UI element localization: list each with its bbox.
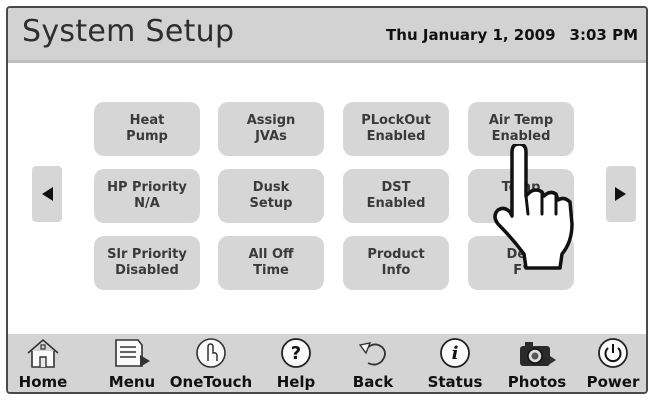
datetime-display: Thu January 1, 2009 3:03 PM	[386, 26, 638, 44]
power-icon	[598, 338, 628, 368]
left-arrow-icon	[42, 187, 53, 201]
camera-icon	[520, 342, 556, 366]
pointing-hand-icon	[493, 144, 574, 270]
power-button[interactable]: Power	[584, 336, 642, 392]
status-label: Status	[427, 373, 483, 391]
next-page-button[interactable]	[606, 166, 636, 222]
menu-button[interactable]: Menu	[102, 336, 162, 392]
help-icon: ?	[281, 338, 311, 368]
dst-button[interactable]: DST Enabled	[343, 169, 449, 223]
back-button[interactable]: Back	[348, 336, 398, 392]
home-icon	[27, 338, 59, 368]
assign-jvas-button[interactable]: Assign JVAs	[218, 102, 324, 156]
dusk-setup-button[interactable]: Dusk Setup	[218, 169, 324, 223]
power-label: Power	[586, 373, 640, 391]
heat-pump-button[interactable]: Heat Pump	[94, 102, 200, 156]
svg-text:i: i	[452, 343, 459, 364]
help-label: Help	[276, 373, 316, 391]
svg-text:?: ?	[291, 343, 301, 364]
right-arrow-icon	[615, 187, 626, 201]
photos-button[interactable]: Photos	[502, 336, 572, 392]
page-title: System Setup	[22, 14, 235, 49]
back-icon	[358, 342, 386, 366]
menu-icon	[115, 339, 150, 367]
device-screen: System Setup Thu January 1, 2009 3:03 PM …	[6, 6, 648, 394]
photos-label: Photos	[507, 373, 567, 391]
help-button[interactable]: ? Help	[270, 336, 322, 392]
time-text: 3:03 PM	[569, 26, 638, 44]
hp-priority-button[interactable]: HP Priority N/A	[94, 169, 200, 223]
onetouch-button[interactable]: OneTouch	[166, 336, 256, 392]
date-text: Thu January 1, 2009	[386, 26, 556, 44]
onetouch-label: OneTouch	[169, 373, 253, 391]
prev-page-button[interactable]	[32, 166, 62, 222]
plockout-button[interactable]: PLockOut Enabled	[343, 102, 449, 156]
home-button[interactable]: Home	[14, 336, 72, 392]
header-bar: System Setup Thu January 1, 2009 3:03 PM	[8, 8, 646, 60]
all-off-time-button[interactable]: All Off Time	[218, 236, 324, 290]
menu-label: Menu	[108, 373, 156, 391]
back-label: Back	[352, 373, 394, 391]
status-icon: i	[440, 338, 470, 368]
home-label: Home	[18, 373, 68, 391]
header-divider	[8, 60, 646, 63]
bottom-toolbar: Home Menu OneTouch ? Help Back i Status …	[8, 334, 646, 392]
status-button[interactable]: i Status	[424, 336, 486, 392]
slr-priority-button[interactable]: Slr Priority Disabled	[94, 236, 200, 290]
product-info-button[interactable]: Product Info	[343, 236, 449, 290]
onetouch-icon	[196, 338, 226, 368]
